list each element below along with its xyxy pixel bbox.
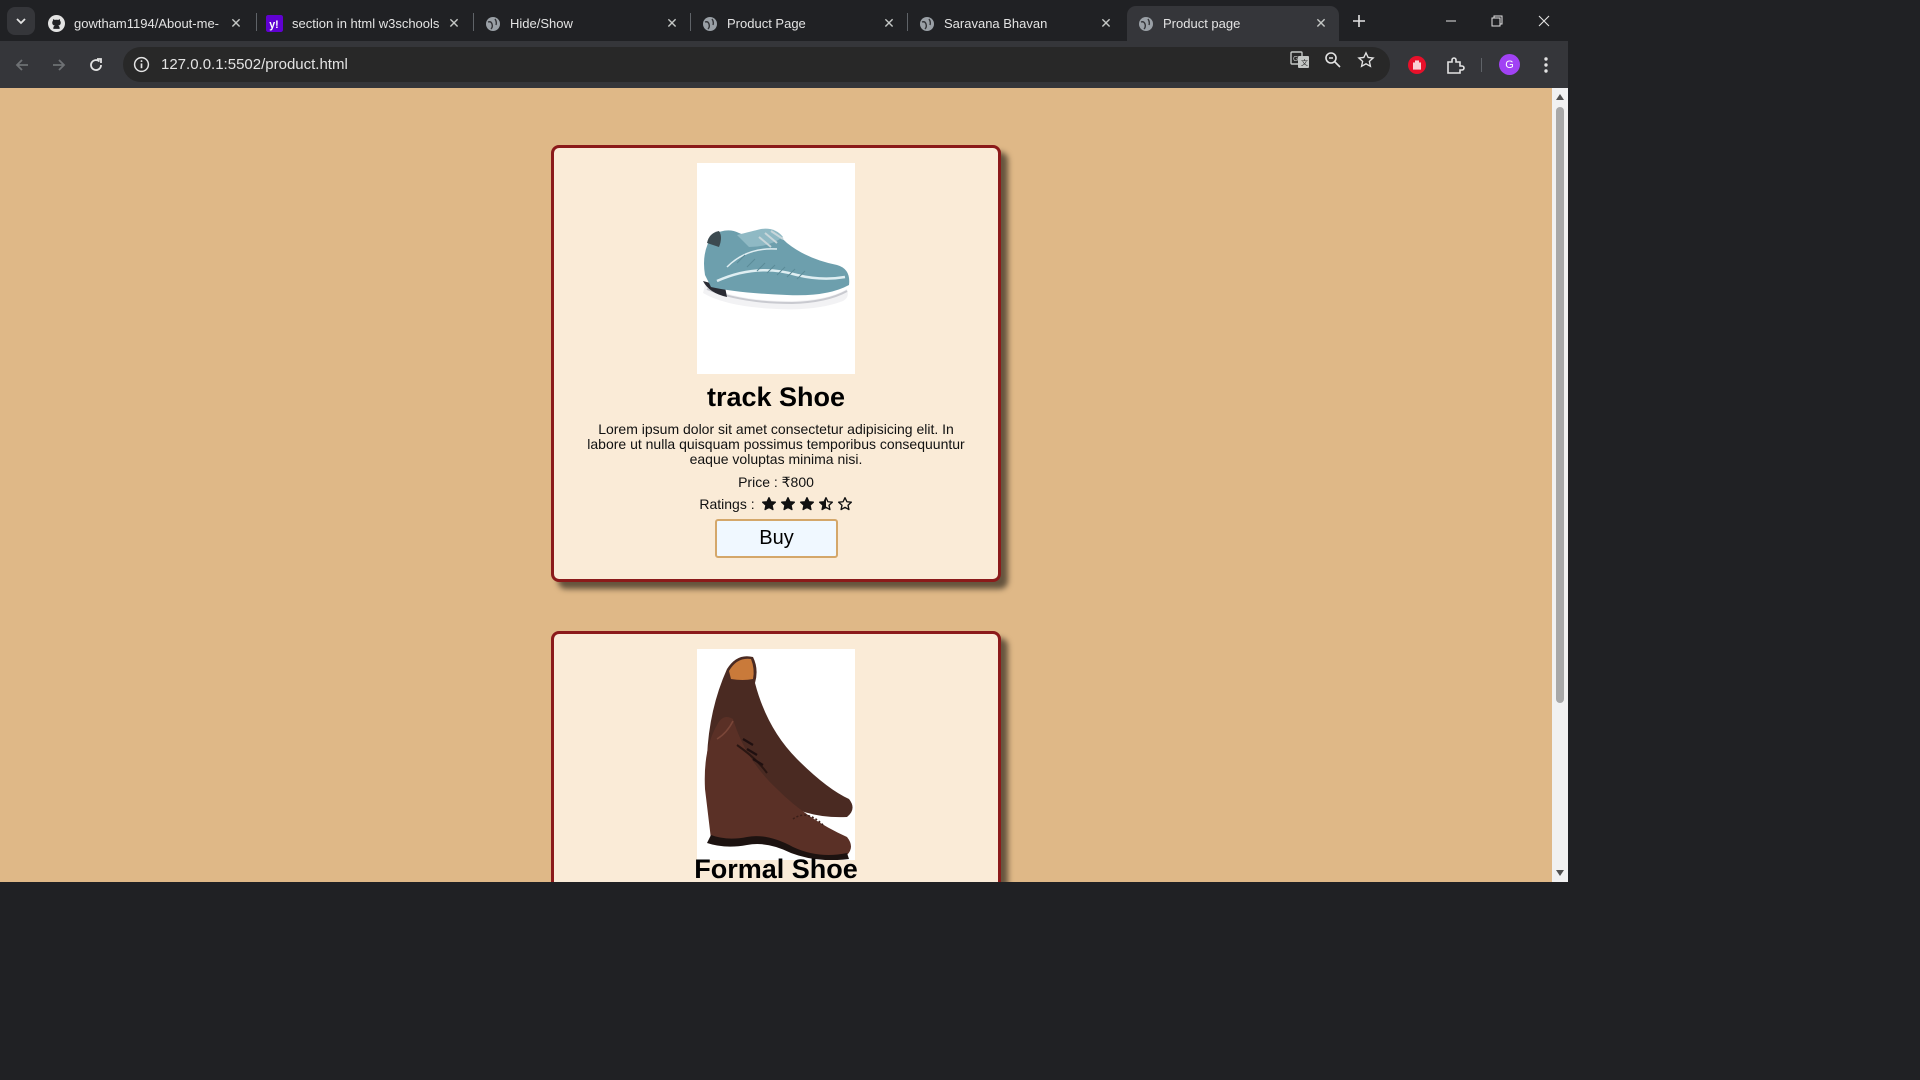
star-half-icon	[818, 497, 833, 511]
translate-icon[interactable]: G文	[1289, 49, 1311, 71]
reload-button[interactable]	[82, 51, 110, 79]
browser-toolbar: 127.0.0.1:5502/product.html G文 G	[0, 41, 1568, 88]
product-price: Price : ₹800	[738, 474, 814, 490]
tab-title: Product Page	[727, 16, 806, 31]
zoom-icon[interactable]	[1322, 49, 1344, 71]
page-scrollbar[interactable]	[1552, 88, 1568, 882]
restore-icon	[1491, 15, 1503, 26]
star-full-icon	[761, 497, 776, 511]
tab-title: gowtham1194/About-me-	[74, 16, 220, 31]
address-bar[interactable]: 127.0.0.1:5502/product.html	[123, 47, 1390, 82]
tab-hide-show[interactable]: Hide/Show ✕	[474, 6, 690, 41]
svg-text:y!: y!	[269, 19, 278, 31]
back-button[interactable]	[8, 51, 36, 79]
svg-text:文: 文	[1301, 58, 1308, 67]
github-icon	[48, 15, 65, 32]
extensions-puzzle-icon[interactable]	[1444, 54, 1466, 76]
reload-icon	[90, 58, 102, 71]
globe-icon	[484, 15, 501, 32]
minimize-icon	[1446, 20, 1456, 21]
tab-close-icon[interactable]: ✕	[1096, 14, 1116, 34]
tab-saravana-bhavan[interactable]: Saravana Bhavan ✕	[908, 6, 1124, 41]
tab-close-icon[interactable]: ✕	[226, 14, 246, 34]
product-title: Formal Shoe	[694, 854, 858, 882]
scroll-down-arrow-icon[interactable]	[1556, 870, 1564, 876]
tab-product-page[interactable]: Product Page ✕	[691, 6, 907, 41]
extension-stop-icon[interactable]	[1406, 54, 1428, 76]
scroll-up-arrow-icon[interactable]	[1556, 94, 1564, 100]
page-viewport: track Shoe Lorem ipsum dolor sit amet co…	[0, 88, 1552, 882]
globe-icon	[1137, 15, 1154, 32]
menu-kebab-icon[interactable]	[1535, 54, 1557, 76]
product-card: Formal Shoe	[551, 631, 1001, 882]
arrow-left-icon	[15, 59, 28, 71]
close-icon	[1538, 15, 1550, 26]
tab-search-button[interactable]	[7, 7, 35, 35]
tab-title: Hide/Show	[510, 16, 573, 31]
product-title: track Shoe	[706, 382, 846, 412]
svg-text:G: G	[1293, 56, 1298, 63]
bookmark-star-icon[interactable]	[1355, 49, 1377, 71]
restore-button[interactable]	[1474, 0, 1520, 41]
globe-icon	[918, 15, 935, 32]
rating-stars	[761, 496, 853, 512]
tab-close-icon[interactable]: ✕	[1311, 14, 1331, 34]
minimize-button[interactable]	[1428, 0, 1474, 41]
arrow-right-icon	[53, 59, 66, 71]
tab-close-icon[interactable]: ✕	[662, 14, 682, 34]
tab-w3schools[interactable]: y! section in html w3schools ✕	[256, 6, 472, 41]
tab-strip: gowtham1194/About-me- ✕ y! section in ht…	[0, 0, 1568, 41]
close-window-button[interactable]	[1521, 0, 1567, 41]
formal-shoe-image	[697, 649, 855, 861]
plus-icon	[1353, 15, 1365, 27]
globe-icon	[701, 15, 718, 32]
url-text: 127.0.0.1:5502/product.html	[161, 56, 348, 73]
toolbar-divider	[1481, 58, 1482, 72]
profile-avatar[interactable]: G	[1499, 54, 1520, 75]
product-description: Lorem ipsum dolor sit amet consectetur a…	[587, 421, 965, 467]
tab-close-icon[interactable]: ✕	[444, 14, 464, 34]
ratings-label: Ratings :	[699, 496, 755, 512]
star-full-icon	[799, 497, 814, 511]
tab-title: Saravana Bhavan	[944, 16, 1048, 31]
forward-button[interactable]	[45, 51, 73, 79]
star-full-icon	[780, 497, 795, 511]
scrollbar-thumb[interactable]	[1556, 107, 1564, 703]
track-shoe-image	[697, 163, 855, 374]
product-rating: Ratings :	[554, 496, 998, 512]
product-card: track Shoe Lorem ipsum dolor sit amet co…	[551, 145, 1001, 582]
buy-button[interactable]: Buy	[715, 519, 838, 558]
tab-title: section in html w3schools	[292, 16, 440, 31]
star-empty-icon	[837, 497, 852, 511]
site-info-icon[interactable]	[131, 55, 151, 75]
tab-close-icon[interactable]: ✕	[879, 14, 899, 34]
chevron-down-icon	[16, 18, 26, 25]
tab-github[interactable]: gowtham1194/About-me- ✕	[38, 6, 254, 41]
new-tab-button[interactable]	[1347, 9, 1371, 33]
tab-title: Product page	[1163, 16, 1241, 31]
yahoo-icon: y!	[266, 15, 283, 32]
tab-product-page-active[interactable]: Product page ✕	[1127, 6, 1339, 41]
